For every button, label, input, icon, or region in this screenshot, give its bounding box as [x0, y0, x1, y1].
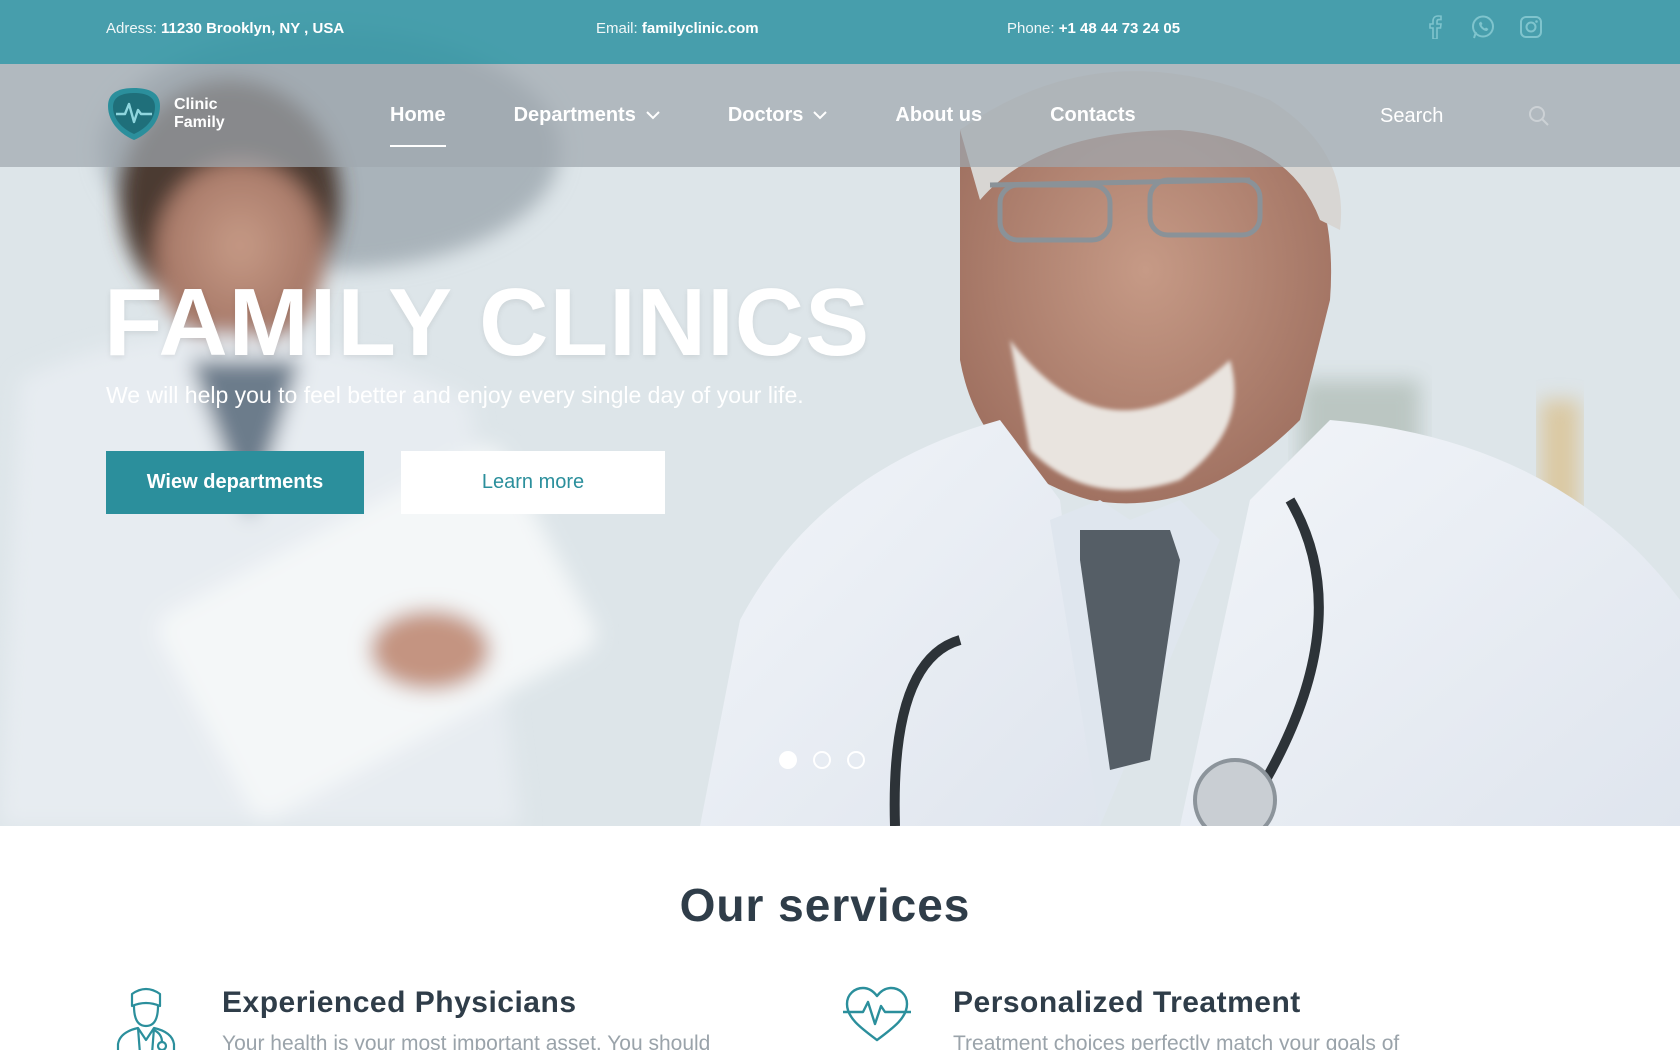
nav-item-doctors[interactable]: Doctors — [728, 64, 828, 167]
nav-item-home[interactable]: Home — [390, 64, 446, 167]
heartbeat-icon — [843, 986, 911, 1042]
social-links — [1422, 14, 1544, 40]
phone-label: Phone: — [1007, 20, 1055, 37]
search-input[interactable] — [1380, 104, 1520, 128]
logo-text: Clinic Family — [174, 96, 225, 132]
slider-dot-2[interactable] — [813, 751, 831, 769]
nav-contacts-label: Contacts — [1050, 104, 1136, 126]
hero-section: Adress: 11230 Brooklyn, NY , USA Email: … — [0, 0, 1680, 826]
nav-item-contacts[interactable]: Contacts — [1050, 64, 1136, 167]
chevron-down-icon — [646, 111, 660, 120]
phone-info[interactable]: Phone: +1 48 44 73 24 05 — [1007, 20, 1180, 37]
address-value: 11230 Brooklyn, NY , USA — [161, 20, 345, 37]
main-navbar: Clinic Family Home Departments Doctors A… — [0, 64, 1680, 167]
doctor-icon — [116, 987, 176, 1050]
service-text: Treatment choices perfectly match your g… — [953, 1032, 1400, 1050]
nav-departments-label: Departments — [513, 104, 636, 126]
learn-more-button[interactable]: Learn more — [401, 451, 665, 514]
top-info-bar: Adress: 11230 Brooklyn, NY , USA Email: … — [0, 0, 1680, 64]
services-title: Our services — [679, 879, 971, 931]
slider-dot-3[interactable] — [847, 751, 865, 769]
site-logo[interactable]: Clinic Family — [104, 86, 225, 142]
hero-subtitle: We will help you to feel better and enjo… — [106, 382, 804, 408]
hero-title: FAMILY CLINICS — [104, 269, 871, 376]
email-label: Email: — [596, 20, 638, 37]
service-title: Experienced Physicians — [222, 986, 577, 1019]
search-icon[interactable] — [1528, 105, 1550, 127]
nav-item-departments[interactable]: Departments — [514, 64, 660, 167]
address-info: Adress: 11230 Brooklyn, NY , USA — [106, 20, 344, 37]
email-value[interactable]: familyclinic.com — [642, 20, 759, 37]
nav-home-label: Home — [390, 104, 446, 126]
chevron-down-icon — [813, 111, 828, 120]
nav-item-about[interactable]: About us — [895, 64, 982, 167]
address-label: Adress: — [106, 20, 157, 37]
slider-dots — [779, 751, 865, 769]
main-menu: Home Departments Doctors About us Contac… — [390, 64, 1204, 167]
view-departments-button[interactable]: Wiew departments — [106, 451, 364, 514]
nav-about-label: About us — [895, 104, 983, 126]
service-title: Personalized Treatment — [953, 986, 1301, 1019]
search-box — [1380, 100, 1560, 132]
facebook-icon[interactable] — [1422, 14, 1448, 40]
whatsapp-icon[interactable] — [1470, 14, 1496, 40]
logo-line-1: Clinic — [174, 96, 218, 113]
service-text: Your health is your most important asset… — [222, 1032, 711, 1050]
shield-heartbeat-icon — [108, 88, 160, 140]
phone-value[interactable]: +1 48 44 73 24 05 — [1059, 20, 1180, 37]
slider-dot-1[interactable] — [779, 751, 797, 769]
email-info[interactable]: Email: familyclinic.com — [596, 20, 759, 37]
instagram-icon[interactable] — [1518, 14, 1544, 40]
logo-line-2: Family — [174, 114, 225, 131]
nav-doctors-label: Doctors — [727, 104, 804, 126]
